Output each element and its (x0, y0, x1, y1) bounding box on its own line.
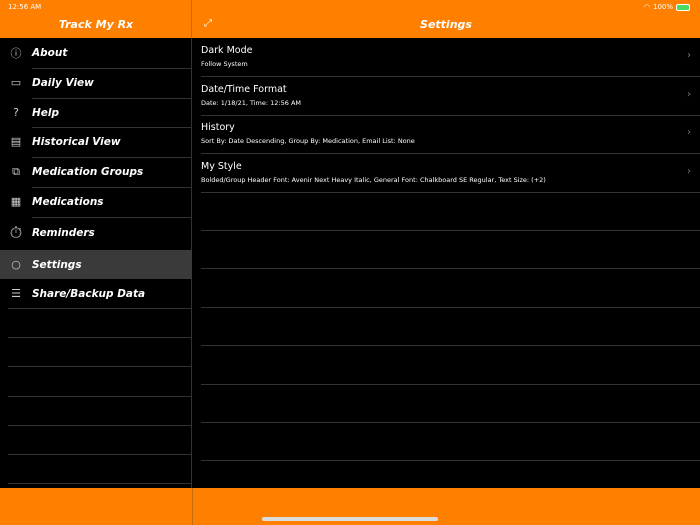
sidebar-item-label: About (32, 46, 68, 59)
sidebar-item-historical-view[interactable]: ▤ Historical View (0, 127, 192, 156)
share-icon: ☰ (11, 287, 21, 300)
row-subtitle: Bolded/Group Header Font: Avenir Next He… (201, 176, 546, 184)
divider (201, 422, 700, 423)
clipboard-icon: ▤ (10, 135, 22, 148)
divider (8, 308, 192, 309)
battery-icon (676, 3, 690, 11)
sidebar-item-medication-groups[interactable]: ⧉ Medication Groups (0, 157, 192, 186)
expand-icon[interactable]: ⤢ (204, 18, 212, 29)
divider (8, 337, 192, 338)
sidebar-item-settings[interactable]: ○ Settings (0, 250, 192, 279)
wifi-icon: ◠ (643, 3, 650, 11)
settings-list: Dark Mode Follow System › Date/Time Format… (193, 38, 700, 488)
divider (8, 366, 192, 367)
row-title: Date/Time Format (201, 84, 287, 95)
sidebar-item-label: Settings (32, 258, 82, 271)
sidebar-item-label: Historical View (32, 135, 121, 148)
question-icon: ? (13, 106, 19, 119)
groups-icon: ⧉ (12, 164, 20, 178)
divider (8, 396, 192, 397)
divider (8, 454, 192, 455)
sidebar-item-label: Share/Backup Data (32, 287, 146, 300)
sidebar-item-label: Medication Groups (32, 165, 144, 178)
sidebar-item-label: Help (32, 106, 60, 119)
setting-my-style[interactable]: My Style Bolded/Group Header Font: Avenir… (193, 154, 700, 192)
sidebar-item-reminders[interactable]: ⏱ Reminders (0, 218, 192, 247)
row-subtitle: Sort By: Date Descending, Group By: Medi… (201, 137, 415, 145)
sidebar-item-label: Reminders (32, 226, 95, 239)
app-title: Track My Rx (58, 18, 134, 31)
row-subtitle: Follow System (201, 60, 248, 68)
divider (201, 268, 700, 269)
divider (201, 384, 700, 385)
divider (201, 192, 700, 193)
grid-icon: ▦ (10, 195, 22, 208)
divider (201, 460, 700, 461)
row-title: Dark Mode (201, 45, 253, 56)
sidebar-item-share-backup[interactable]: ☰ Share/Backup Data (0, 279, 192, 308)
chevron-right-icon: › (687, 89, 691, 100)
divider (192, 488, 193, 525)
page-title: Settings (420, 18, 472, 31)
row-title: My Style (201, 161, 242, 172)
sidebar-item-label: Medications (32, 195, 104, 208)
sidebar-item-daily-view[interactable]: ▭ Daily View (0, 68, 192, 97)
setting-history[interactable]: History Sort By: Date Descending, Group B… (193, 115, 700, 153)
chevron-right-icon: › (687, 50, 691, 61)
sidebar: ⓘ About ▭ Daily View ? Help ▤ Historical Vie… (0, 38, 192, 488)
gear-icon: ○ (11, 258, 21, 271)
battery-percent: 100% (652, 3, 673, 11)
home-indicator[interactable] (262, 517, 438, 521)
info-icon: ⓘ (10, 46, 22, 60)
stopwatch-icon: ⏱ (9, 222, 23, 242)
divider (201, 307, 700, 308)
sidebar-header: Track My Rx (0, 0, 192, 38)
row-subtitle: Date: 1/18/21, Time: 12:56 AM (201, 99, 301, 107)
divider (201, 230, 700, 231)
sidebar-item-about[interactable]: ⓘ About (0, 38, 192, 67)
sidebar-item-help[interactable]: ? Help (0, 98, 192, 127)
divider (8, 425, 192, 426)
sidebar-item-medications[interactable]: ▦ Medications (0, 187, 192, 216)
sidebar-item-label: Daily View (32, 76, 94, 89)
divider (201, 345, 700, 346)
status-indicators: ◠ 100% (644, 3, 690, 11)
divider (8, 483, 192, 484)
row-title: History (201, 122, 235, 133)
setting-date-time-format[interactable]: Date/Time Format Date: 1/18/21, Time: 12:… (193, 77, 700, 115)
chevron-right-icon: › (687, 166, 691, 177)
setting-dark-mode[interactable]: Dark Mode Follow System › (193, 38, 700, 76)
calendar-icon: ▭ (10, 76, 22, 89)
chevron-right-icon: › (687, 127, 691, 138)
